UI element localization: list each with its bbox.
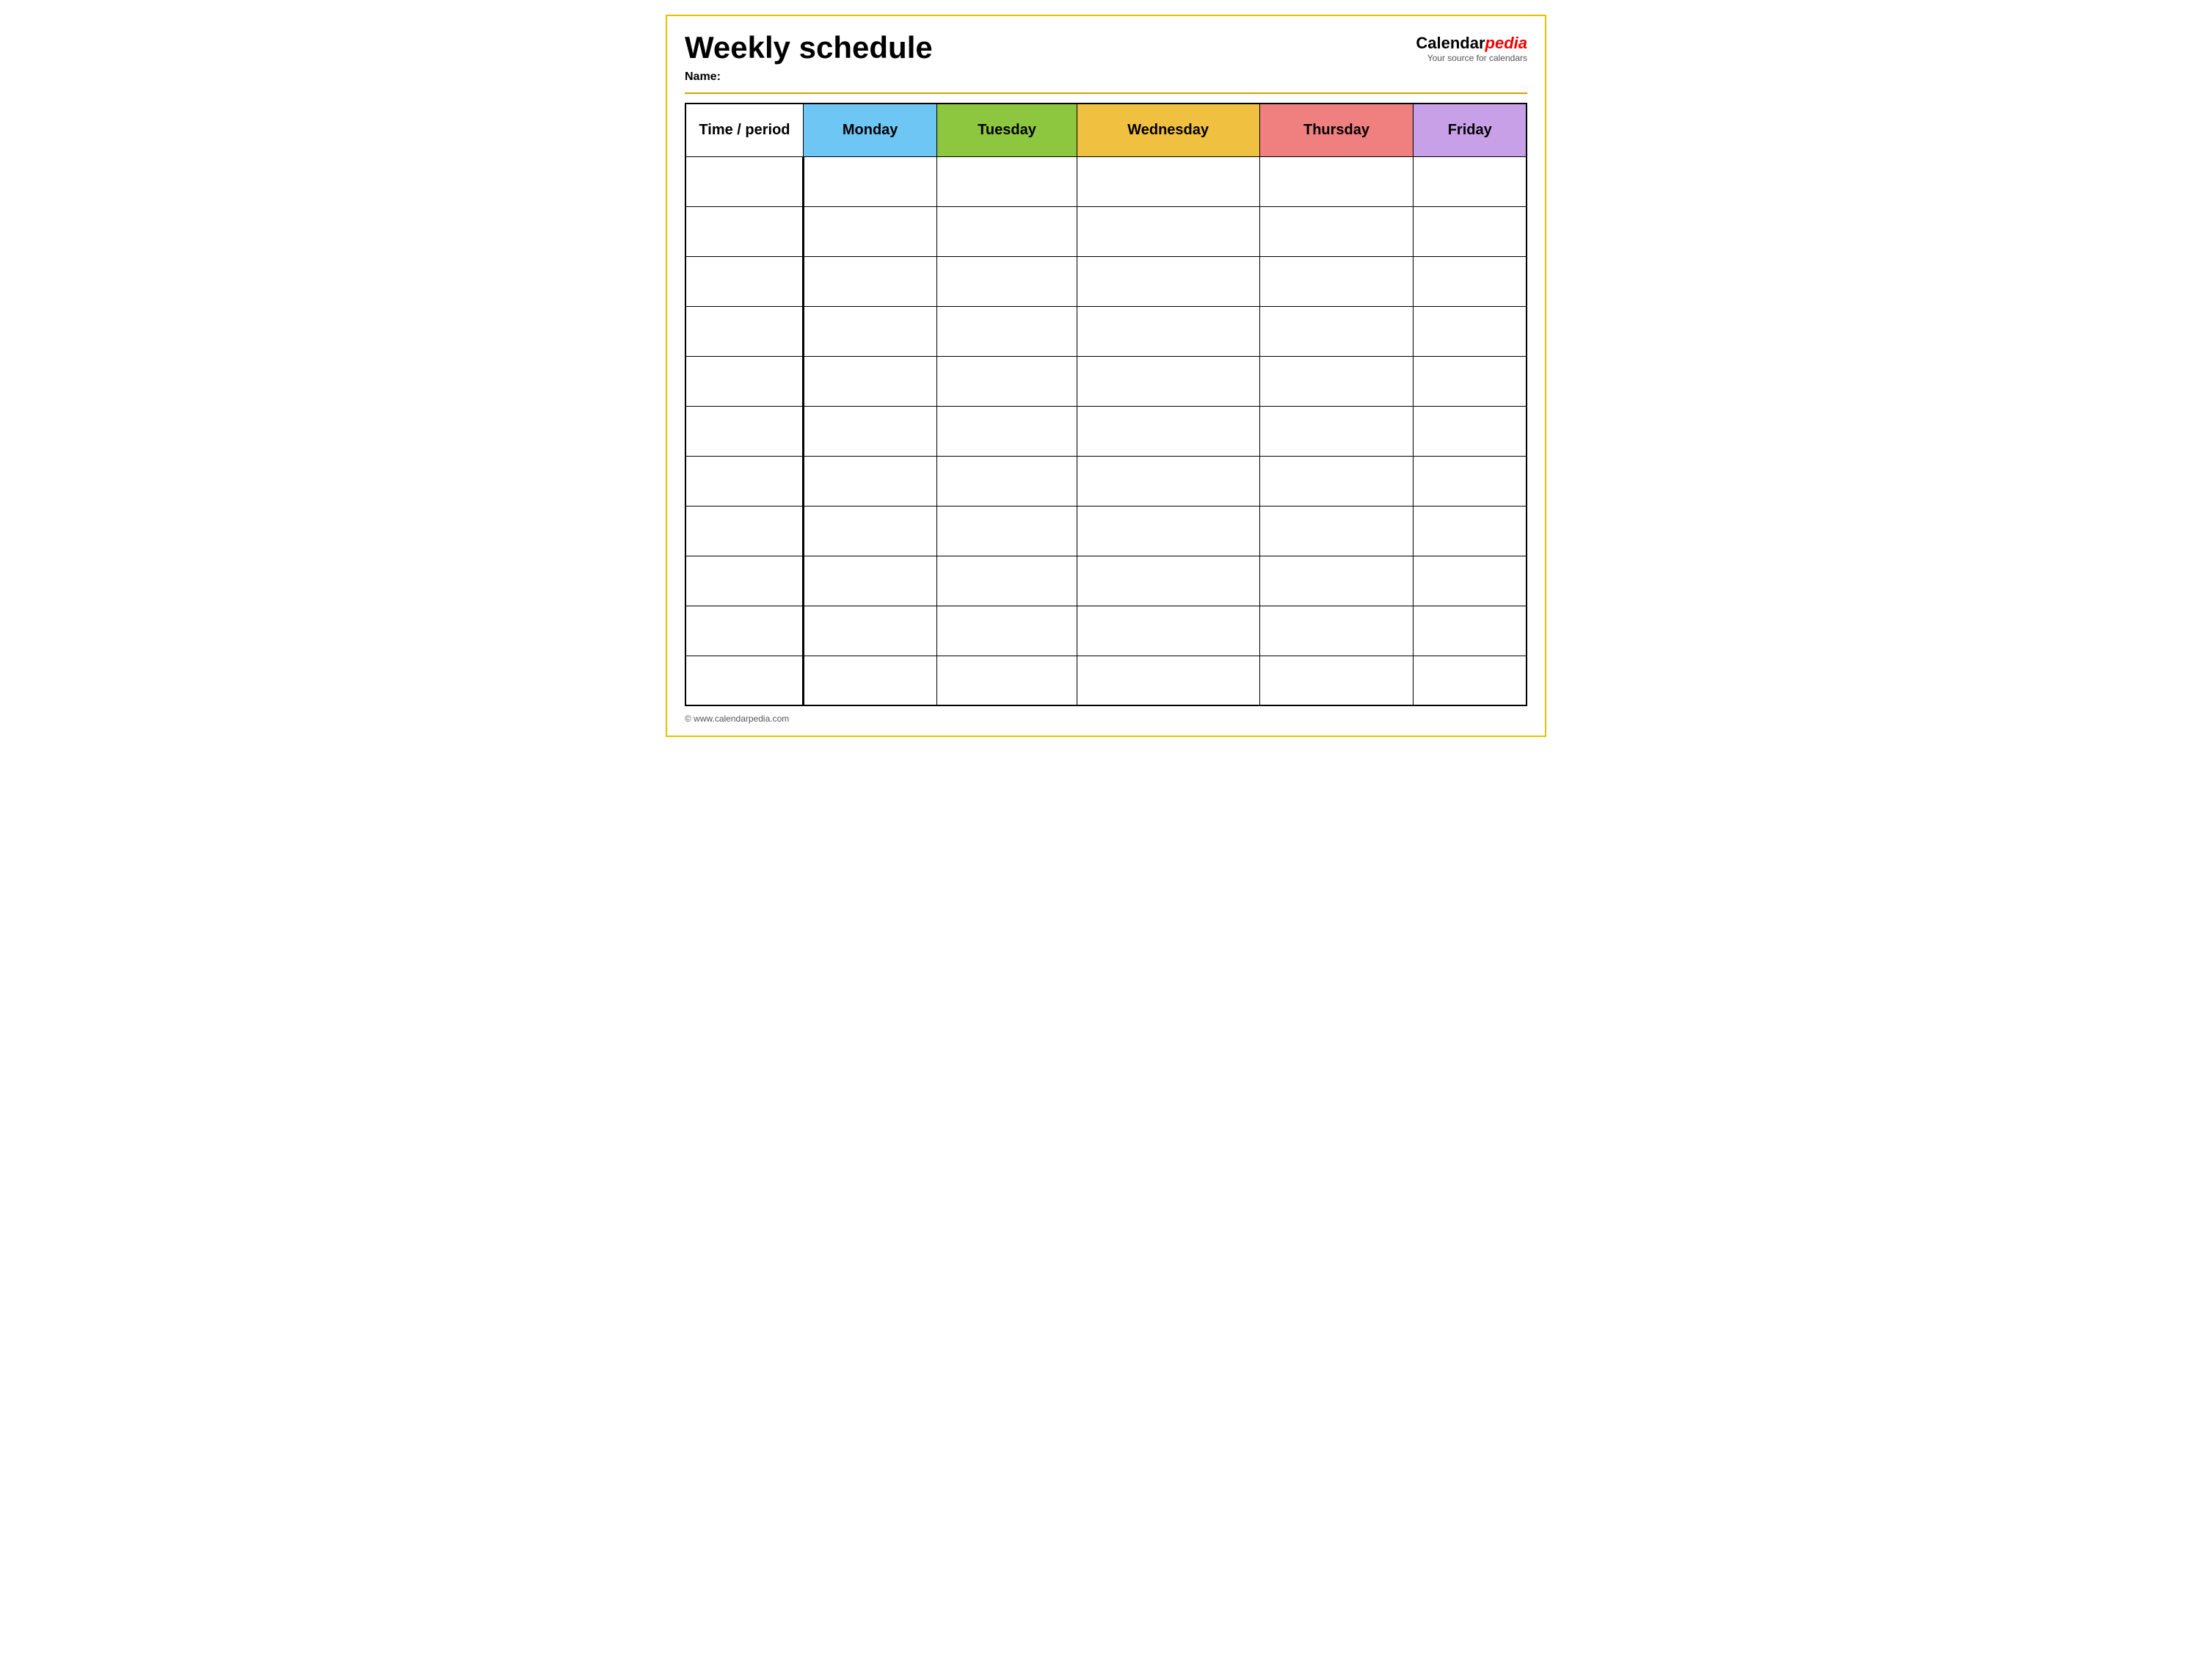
schedule-cell[interactable] — [1077, 456, 1259, 506]
table-row — [685, 256, 1527, 306]
table-body — [685, 156, 1527, 705]
schedule-cell[interactable] — [1414, 606, 1527, 656]
schedule-cell[interactable] — [937, 606, 1077, 656]
schedule-cell[interactable] — [803, 656, 936, 705]
schedule-cell[interactable] — [1077, 656, 1259, 705]
schedule-cell[interactable] — [937, 206, 1077, 256]
footer: © www.calendarpedia.com — [685, 714, 1527, 724]
time-cell[interactable] — [685, 206, 803, 256]
table-row — [685, 206, 1527, 256]
time-cell[interactable] — [685, 606, 803, 656]
schedule-cell[interactable] — [937, 406, 1077, 456]
schedule-cell[interactable] — [803, 306, 936, 356]
col-header-time: Time / period — [685, 104, 803, 156]
logo-brand-italic: pedia — [1485, 34, 1527, 52]
schedule-cell[interactable] — [937, 656, 1077, 705]
schedule-cell[interactable] — [803, 406, 936, 456]
schedule-cell[interactable] — [1414, 156, 1527, 206]
schedule-cell[interactable] — [803, 606, 936, 656]
schedule-cell[interactable] — [1414, 656, 1527, 705]
schedule-cell[interactable] — [803, 456, 936, 506]
schedule-cell[interactable] — [803, 156, 936, 206]
schedule-cell[interactable] — [1414, 406, 1527, 456]
table-row — [685, 156, 1527, 206]
schedule-cell[interactable] — [803, 356, 936, 406]
table-row — [685, 456, 1527, 506]
schedule-cell[interactable] — [1259, 456, 1414, 506]
schedule-cell[interactable] — [1077, 506, 1259, 556]
schedule-cell[interactable] — [937, 556, 1077, 606]
table-row — [685, 656, 1527, 705]
time-cell[interactable] — [685, 156, 803, 206]
schedule-cell[interactable] — [1077, 356, 1259, 406]
schedule-cell[interactable] — [803, 556, 936, 606]
schedule-cell[interactable] — [1414, 456, 1527, 506]
logo-text: Calendarpedia — [1416, 34, 1527, 53]
schedule-cell[interactable] — [937, 356, 1077, 406]
page-header: Weekly schedule Calendarpedia Your sourc… — [685, 31, 1527, 65]
table-row — [685, 356, 1527, 406]
table-row — [685, 556, 1527, 606]
table-row — [685, 406, 1527, 456]
schedule-cell[interactable] — [1077, 306, 1259, 356]
time-cell[interactable] — [685, 406, 803, 456]
table-row — [685, 306, 1527, 356]
table-row — [685, 506, 1527, 556]
schedule-cell[interactable] — [1077, 556, 1259, 606]
schedule-cell[interactable] — [1259, 306, 1414, 356]
schedule-cell[interactable] — [1077, 156, 1259, 206]
table-row — [685, 606, 1527, 656]
schedule-cell[interactable] — [1259, 156, 1414, 206]
time-cell[interactable] — [685, 356, 803, 406]
logo-brand-part1: Calendar — [1416, 34, 1485, 52]
name-label: Name: — [685, 70, 1527, 84]
schedule-cell[interactable] — [1259, 556, 1414, 606]
time-cell[interactable] — [685, 556, 803, 606]
schedule-cell[interactable] — [1414, 506, 1527, 556]
logo: Calendarpedia Your source for calendars — [1416, 34, 1527, 63]
schedule-cell[interactable] — [1259, 406, 1414, 456]
schedule-cell[interactable] — [937, 306, 1077, 356]
schedule-cell[interactable] — [1259, 256, 1414, 306]
col-header-friday: Friday — [1414, 104, 1527, 156]
time-cell[interactable] — [685, 456, 803, 506]
logo-subtitle: Your source for calendars — [1416, 53, 1527, 63]
page-title: Weekly schedule — [685, 31, 933, 65]
schedule-cell[interactable] — [1077, 606, 1259, 656]
schedule-cell[interactable] — [1259, 656, 1414, 705]
schedule-cell[interactable] — [1077, 406, 1259, 456]
schedule-cell[interactable] — [803, 256, 936, 306]
col-header-wednesday: Wednesday — [1077, 104, 1259, 156]
col-header-monday: Monday — [803, 104, 936, 156]
schedule-cell[interactable] — [937, 256, 1077, 306]
schedule-cell[interactable] — [1259, 506, 1414, 556]
schedule-cell[interactable] — [1077, 206, 1259, 256]
time-cell[interactable] — [685, 506, 803, 556]
table-header-row: Time / period Monday Tuesday Wednesday T… — [685, 104, 1527, 156]
schedule-cell[interactable] — [937, 156, 1077, 206]
schedule-cell[interactable] — [803, 206, 936, 256]
schedule-cell[interactable] — [1259, 206, 1414, 256]
schedule-cell[interactable] — [1259, 356, 1414, 406]
col-header-tuesday: Tuesday — [937, 104, 1077, 156]
schedule-cell[interactable] — [803, 506, 936, 556]
schedule-cell[interactable] — [1414, 256, 1527, 306]
schedule-cell[interactable] — [937, 506, 1077, 556]
page-container: Weekly schedule Calendarpedia Your sourc… — [666, 15, 1546, 737]
schedule-cell[interactable] — [1414, 556, 1527, 606]
schedule-cell[interactable] — [1414, 356, 1527, 406]
schedule-cell[interactable] — [1259, 606, 1414, 656]
time-cell[interactable] — [685, 256, 803, 306]
schedule-table: Time / period Monday Tuesday Wednesday T… — [685, 103, 1527, 706]
schedule-cell[interactable] — [937, 456, 1077, 506]
col-header-thursday: Thursday — [1259, 104, 1414, 156]
time-cell[interactable] — [685, 656, 803, 705]
schedule-cell[interactable] — [1077, 256, 1259, 306]
divider — [685, 92, 1527, 94]
time-cell[interactable] — [685, 306, 803, 356]
schedule-cell[interactable] — [1414, 206, 1527, 256]
schedule-cell[interactable] — [1414, 306, 1527, 356]
